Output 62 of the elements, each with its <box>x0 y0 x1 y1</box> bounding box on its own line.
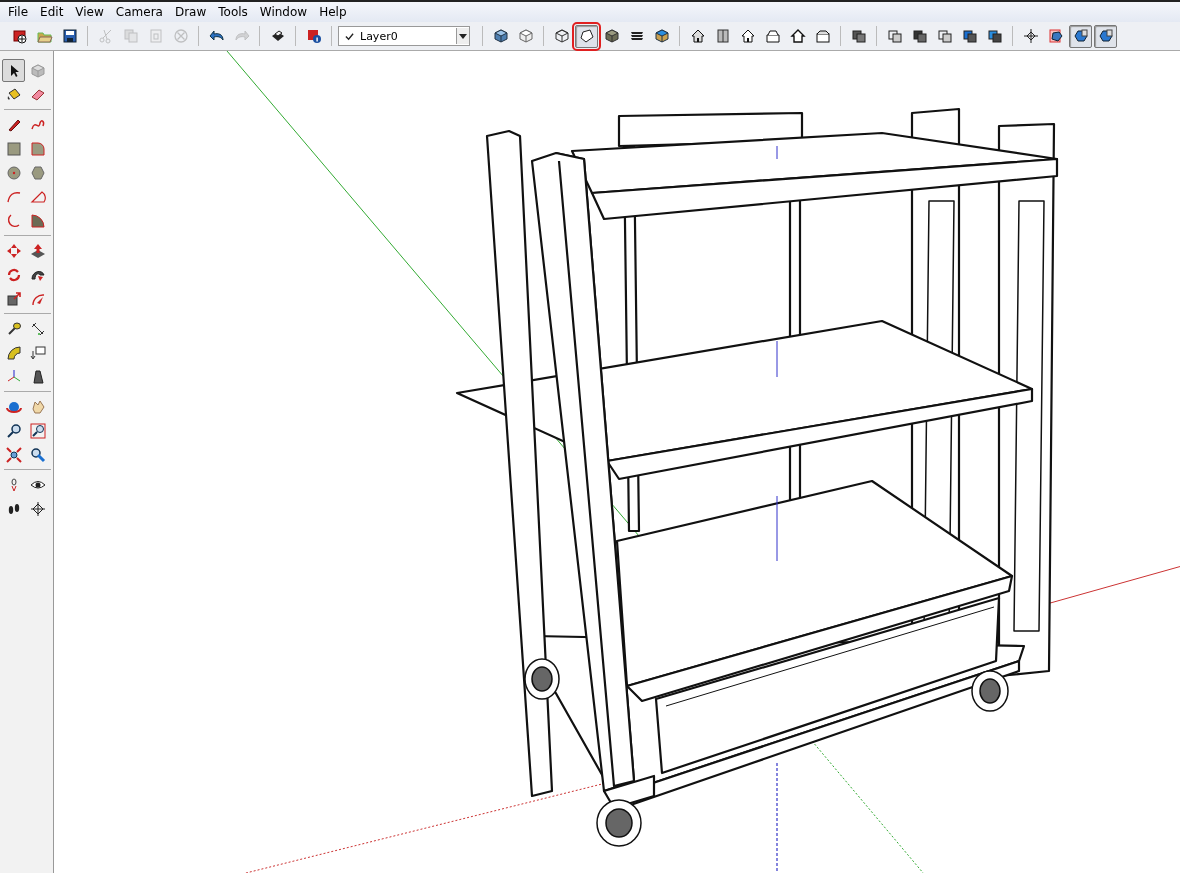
toolbar-button[interactable] <box>1069 24 1092 48</box>
circle-icon <box>5 164 22 181</box>
menu-item[interactable]: Draw <box>168 5 213 19</box>
solid-shape-icon <box>1097 28 1114 44</box>
menu-item[interactable]: File <box>2 5 35 19</box>
polygon-icon <box>29 164 46 181</box>
toolbar-button[interactable] <box>1094 24 1117 48</box>
wire-boxes-icon <box>936 28 953 44</box>
push-pull-icon <box>29 242 46 259</box>
rotate-icon <box>5 266 22 283</box>
section-icon <box>29 500 46 517</box>
menu-item[interactable]: Camera <box>109 5 169 19</box>
toolbar-button[interactable] <box>575 24 598 48</box>
box-pair-icon <box>986 28 1003 44</box>
dimension-icon <box>29 320 46 337</box>
model-info-icon <box>305 28 322 44</box>
outline-cube-icon <box>578 28 595 44</box>
semicircle-arc-icon <box>5 212 22 229</box>
axis-cross-icon <box>1022 28 1039 44</box>
textured-cube-icon <box>653 28 670 44</box>
menu-item[interactable]: Tools <box>212 5 254 19</box>
scissors-icon <box>97 28 114 44</box>
plain-cube-icon <box>517 28 534 44</box>
house-front-icon <box>739 28 756 44</box>
scale-icon <box>5 290 22 307</box>
stacked-boxes-icon <box>850 28 867 44</box>
zoom-extents-icon <box>5 446 22 463</box>
menu-item[interactable]: View <box>69 5 110 19</box>
pie-icon <box>29 212 46 229</box>
section-plane-icon <box>1047 28 1064 44</box>
wire-boxes-icon <box>886 28 903 44</box>
layer-dropdown[interactable]: Layer0 <box>338 26 470 46</box>
door-panel-icon <box>714 28 731 44</box>
house-back-icon <box>814 28 831 44</box>
solid-cube-icon <box>603 28 620 44</box>
menu-item[interactable]: Edit <box>34 5 70 19</box>
paint-bucket-icon <box>5 86 22 103</box>
component-icon <box>29 62 46 79</box>
text-label-icon <box>29 344 46 361</box>
check-icon <box>345 31 354 41</box>
solid-shape-icon <box>1072 28 1089 44</box>
house-side-icon <box>764 28 781 44</box>
filled-boxes-icon <box>961 28 978 44</box>
paste-icon <box>147 28 164 44</box>
protractor-icon <box>5 344 22 361</box>
house-icon <box>689 28 706 44</box>
tool-button[interactable] <box>2 59 25 82</box>
house-outline-icon <box>789 28 806 44</box>
delete-icon <box>172 28 189 44</box>
zoom-icon <box>5 422 22 439</box>
copy-icon <box>122 28 139 44</box>
move-icon <box>5 242 22 259</box>
previous-view-icon <box>29 446 46 463</box>
menu-item[interactable]: Help <box>313 5 353 19</box>
wireframe-cube-icon <box>553 28 570 44</box>
menu-item[interactable]: Window <box>253 5 314 19</box>
zoom-window-icon <box>29 422 46 439</box>
dark-boxes-icon <box>911 28 928 44</box>
rectangle-icon <box>5 140 22 157</box>
cube-icon <box>492 28 509 44</box>
new-icon <box>11 28 28 44</box>
hand-icon <box>29 398 46 415</box>
